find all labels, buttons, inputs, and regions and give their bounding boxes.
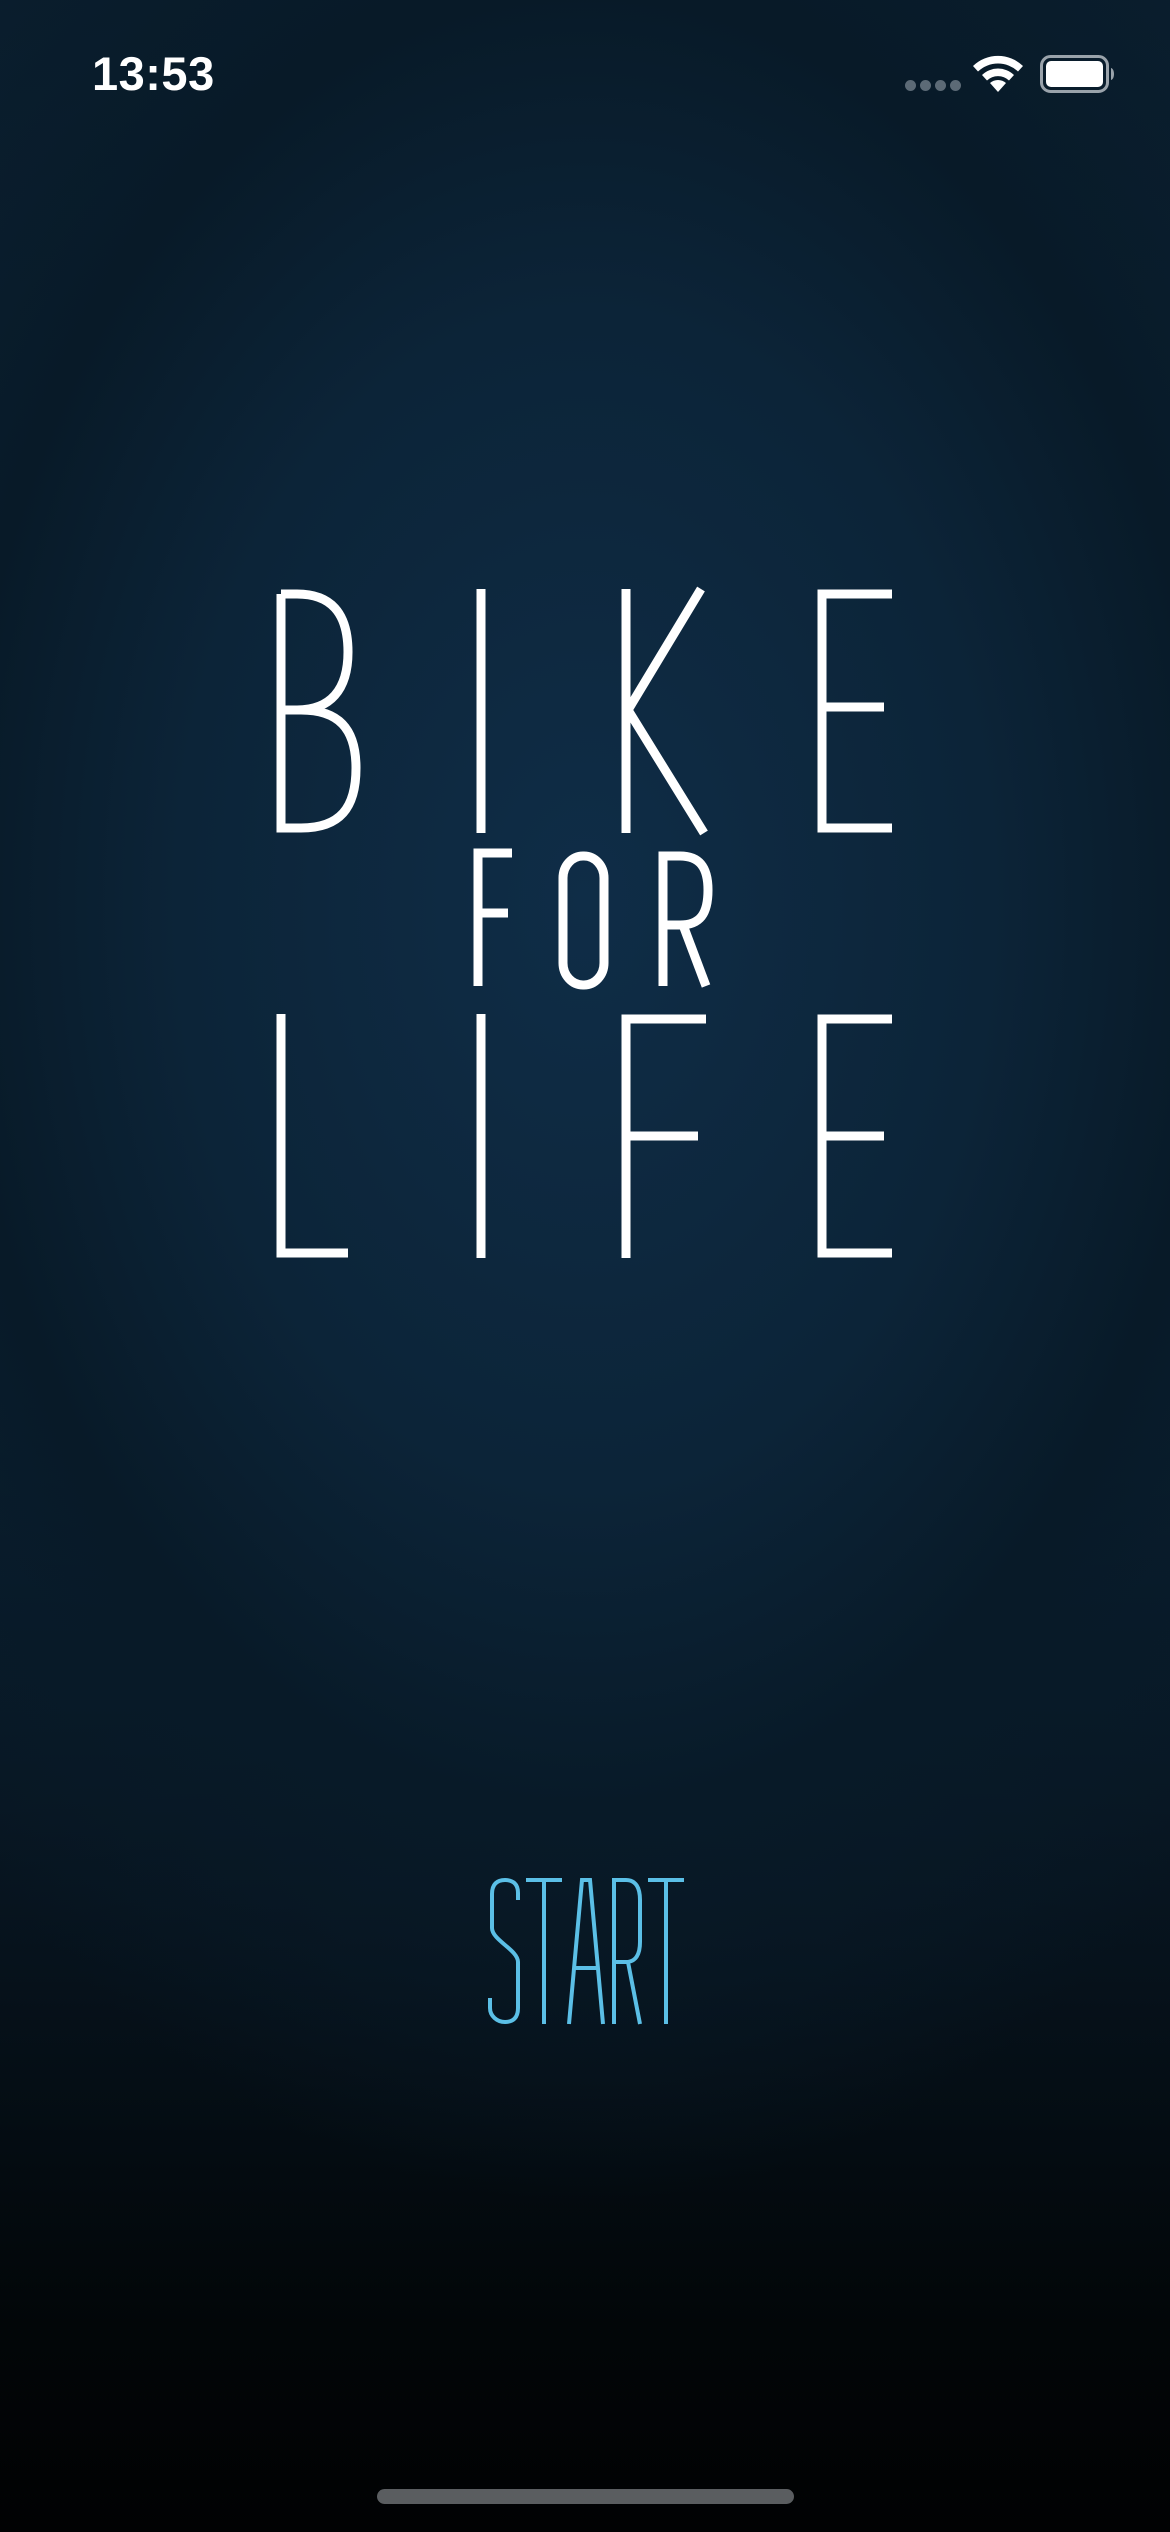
start-wordmark [488, 1877, 684, 2025]
app-logo: BIKE FOR LIFE [0, 0, 1170, 2532]
logo-letter-e-2 [817, 1014, 892, 1258]
logo-letter-r [658, 851, 713, 988]
logo-letter-k [621, 586, 708, 836]
logo-letter-o [558, 851, 609, 990]
logo-letter-f-2 [621, 1014, 706, 1258]
logo-letter-b [276, 589, 361, 833]
logo-letter-e [817, 589, 892, 833]
logo-letter-f [473, 848, 512, 986]
start-button[interactable]: START [470, 1870, 700, 2030]
logo-letter-l [276, 1014, 348, 1258]
logo-wordmark [276, 586, 892, 1258]
home-indicator[interactable] [377, 2489, 794, 2504]
